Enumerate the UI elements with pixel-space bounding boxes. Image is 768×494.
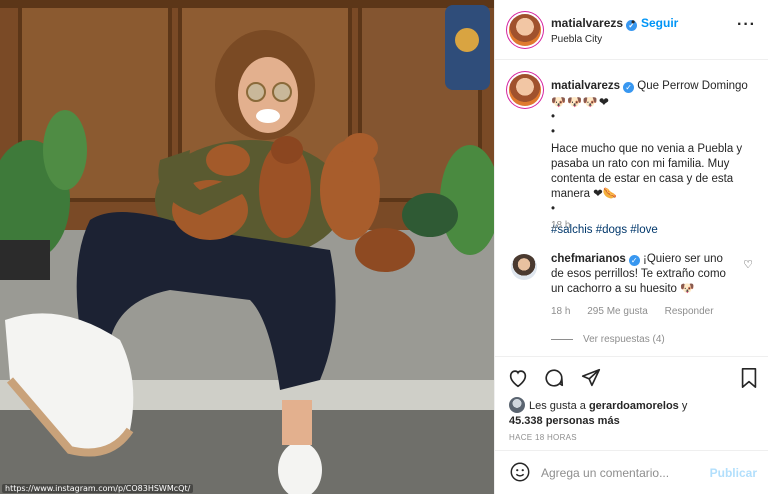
caption-time: 18 h: [551, 220, 571, 231]
liked-by-and: y: [681, 400, 688, 412]
publish-button[interactable]: Publicar: [710, 466, 757, 480]
comment-like-heart-icon[interactable]: ♡: [743, 258, 753, 271]
post-photo-illustration: [0, 0, 494, 494]
like-heart-icon[interactable]: [507, 367, 529, 394]
author-username[interactable]: matialvarezs: [551, 16, 623, 30]
commenter-username[interactable]: chefmarianos: [551, 253, 626, 265]
verified-icon: ✓: [623, 82, 635, 93]
liked-by-user[interactable]: gerardoamorelos: [589, 400, 679, 412]
caption-body: matialvarezs ✓ Que Perrow Domingo 🐶🐶🐶❤ • …: [551, 79, 759, 238]
caption-avatar[interactable]: [509, 74, 541, 106]
liked-by-prefix: Les gusta a: [529, 400, 586, 412]
photo-watermark: https://www.instagram.com/p/CO83HSWMcQt/: [2, 484, 194, 493]
likes-count[interactable]: 45.338 personas más: [509, 415, 620, 427]
add-comment-bar: Agrega un comentario... Publicar: [495, 450, 768, 494]
comment-body: chefmarianos ✓ ¡Quiero ser uno de esos pe…: [551, 252, 737, 297]
commenter-avatar[interactable]: [511, 254, 537, 280]
caption-username[interactable]: matialvarezs: [551, 80, 620, 92]
verified-icon: ✓: [628, 255, 640, 266]
emoji-smile-icon[interactable]: [509, 461, 531, 488]
comment-bubble-icon[interactable]: [543, 367, 565, 394]
author-avatar[interactable]: [509, 14, 541, 46]
follow-button[interactable]: Seguir: [641, 16, 678, 30]
view-replies-button[interactable]: Ver respuestas (4): [551, 334, 665, 345]
caption-emojis: 🐶🐶🐶❤: [551, 95, 610, 109]
post-location[interactable]: Puebla City: [551, 34, 602, 45]
caption-hashtags[interactable]: #salchis #dogs #love: [551, 223, 759, 238]
comment-time: 18 h: [551, 306, 571, 317]
post-photo[interactable]: https://www.instagram.com/p/CO83HSWMcQt/: [0, 0, 494, 494]
more-dots-icon[interactable]: ···: [737, 16, 756, 34]
caption-title: Que Perrow Domingo: [637, 80, 748, 92]
caption-text: Hace mucho que no venia a Puebla y pasab…: [551, 143, 743, 200]
reply-button[interactable]: Responder: [665, 306, 714, 317]
caption-bullet: •: [551, 111, 556, 123]
likes-summary: Les gusta a gerardoamorelos y 45.338 per…: [509, 397, 687, 429]
post-header: matialvarezs ✓ • Seguir Puebla City ···: [495, 0, 768, 60]
caption-bullet: •: [551, 126, 556, 138]
comment-likes[interactable]: 295 Me gusta: [587, 306, 648, 317]
comment-input[interactable]: Agrega un comentario...: [541, 466, 669, 480]
view-replies-label[interactable]: Ver respuestas (4): [583, 334, 665, 345]
save-bookmark-icon[interactable]: [739, 367, 759, 394]
author-username-row[interactable]: matialvarezs ✓: [551, 16, 638, 31]
action-icons: [507, 367, 612, 391]
post-timestamp: HACE 18 HORAS: [509, 433, 577, 442]
share-paper-plane-icon[interactable]: [580, 367, 602, 394]
post-sidebar: matialvarezs ✓ • Seguir Puebla City ··· m…: [494, 0, 768, 494]
replies-divider: [551, 338, 573, 340]
comment-meta: 18 h 295 Me gusta Responder: [551, 306, 728, 317]
liker-avatar[interactable]: [509, 397, 525, 413]
header-separator: •: [631, 15, 636, 29]
caption-bullet: •: [551, 203, 556, 215]
